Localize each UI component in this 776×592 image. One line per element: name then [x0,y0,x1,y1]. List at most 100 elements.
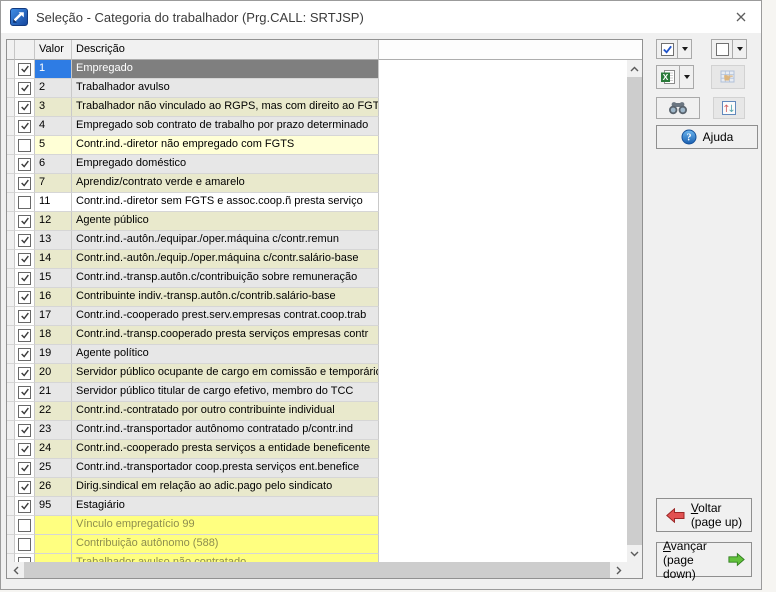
select-all-dropdown[interactable] [678,39,692,59]
table-rows: 1Empregado2Trabalhador avulso3Trabalhado… [7,60,627,562]
row-valor-cell: 7 [35,174,72,193]
row-checkbox-checked[interactable] [18,101,31,114]
row-checkbox-checked[interactable] [18,234,31,247]
table-row[interactable]: 23Contr.ind.-transportador autônomo cont… [7,421,627,440]
reorder-button[interactable]: ↑ ↓ [713,97,745,119]
table-row[interactable]: 22Contr.ind.-contratado por outro contri… [7,402,627,421]
row-valor-cell: 12 [35,212,72,231]
table-row[interactable]: Contribuição autônomo (588) [7,535,627,554]
row-indicator-cell [7,535,15,554]
row-checkbox-unchecked[interactable] [18,139,31,152]
table-row[interactable]: 17Contr.ind.-cooperado prest.serv.empres… [7,307,627,326]
table-row[interactable]: 7Aprendiz/contrato verde e amarelo [7,174,627,193]
row-checkbox-checked[interactable] [18,386,31,399]
row-indicator-cell [7,402,15,421]
close-icon[interactable] [731,8,751,26]
table-row[interactable]: 2Trabalhador avulso [7,79,627,98]
row-indicator-cell [7,516,15,535]
table-row[interactable]: 6Empregado doméstico [7,155,627,174]
row-checkbox-checked[interactable] [18,405,31,418]
row-indicator-cell [7,440,15,459]
table-row[interactable]: 25Contr.ind.-transportador coop.presta s… [7,459,627,478]
row-checkbox-checked[interactable] [18,348,31,361]
row-checkbox-unchecked[interactable] [18,538,31,551]
table-row[interactable]: 21Servidor público titular de cargo efet… [7,383,627,402]
row-checkbox-checked[interactable] [18,500,31,513]
export-excel-button[interactable]: X [656,65,680,89]
row-valor-cell: 5 [35,136,72,155]
vertical-scroll-thumb[interactable] [627,77,642,545]
table-row[interactable]: 18Contr.ind.-transp.cooperado presta ser… [7,326,627,345]
avancar-button[interactable]: Avançar (page down) [656,542,752,577]
row-indicator-cell [7,98,15,117]
table-row[interactable]: Vínculo empregatício 99 [7,516,627,535]
table-row[interactable]: 13Contr.ind.-autôn./equipar./oper.máquin… [7,231,627,250]
row-descricao-cell: Contr.ind.-cooperado prest.serv.empresas… [72,307,379,326]
voltar-button[interactable]: Voltar (page up) [656,498,752,532]
vertical-scrollbar[interactable] [627,60,642,562]
row-checkbox-checked[interactable] [18,272,31,285]
table-row[interactable]: 16Contribuinte indiv.-transp.autôn.c/con… [7,288,627,307]
dropdown-arrow-icon [684,75,690,79]
horizontal-scrollbar[interactable] [7,562,627,578]
pick-column-button[interactable]: ☛ [711,65,745,89]
select-all-button[interactable] [656,39,678,59]
table-row[interactable]: Trabalhador avulso não contratado [7,554,627,562]
row-indicator-cell [7,155,15,174]
row-descricao-cell: Agente público [72,212,379,231]
scroll-left-icon[interactable] [7,562,24,578]
export-dropdown[interactable] [680,65,694,89]
scroll-down-icon[interactable] [627,545,642,562]
table-row[interactable]: 24Contr.ind.-cooperado presta serviços a… [7,440,627,459]
clear-all-dropdown[interactable] [733,39,747,59]
table-row[interactable]: 14Contr.ind.-autôn./equip./oper.máquina … [7,250,627,269]
header-indicator-cell [7,40,15,60]
scroll-up-icon[interactable] [627,60,642,77]
row-checkbox-checked[interactable] [18,82,31,95]
row-checkbox-checked[interactable] [18,481,31,494]
row-valor-cell: 25 [35,459,72,478]
table-row[interactable]: 5Contr.ind.-diretor não empregado com FG… [7,136,627,155]
row-checkbox-checked[interactable] [18,253,31,266]
row-checkbox-checked[interactable] [18,291,31,304]
row-checkbox-checked[interactable] [18,443,31,456]
table-row[interactable]: 11Contr.ind.-diretor sem FGTS e assoc.co… [7,193,627,212]
table-row[interactable]: 12Agente público [7,212,627,231]
row-checkbox-unchecked[interactable] [18,519,31,532]
row-checkbox-checked[interactable] [18,63,31,76]
checked-box-icon [661,43,674,56]
row-checkbox-checked[interactable] [18,329,31,342]
table-row[interactable]: 4Empregado sob contrato de trabalho por … [7,117,627,136]
row-checkbox-unchecked[interactable] [18,196,31,209]
row-checkbox-cell [15,193,35,212]
row-checkbox-checked[interactable] [18,367,31,380]
row-checkbox-cell [15,307,35,326]
table-row[interactable]: 20Servidor público ocupante de cargo em … [7,364,627,383]
scroll-right-icon[interactable] [610,562,627,578]
row-indicator-cell [7,497,15,516]
table-row[interactable]: 15Contr.ind.-transp.autôn.c/contribuição… [7,269,627,288]
row-checkbox-checked[interactable] [18,215,31,228]
table-row[interactable]: 19Agente político [7,345,627,364]
row-indicator-cell [7,193,15,212]
row-checkbox-cell [15,288,35,307]
row-indicator-cell [7,364,15,383]
table-row[interactable]: 3Trabalhador não vinculado ao RGPS, mas … [7,98,627,117]
svg-text:↓: ↓ [727,104,735,115]
horizontal-scroll-thumb[interactable] [24,562,610,578]
row-checkbox-checked[interactable] [18,158,31,171]
excel-export-icon: X [660,69,676,85]
row-descricao-cell: Contr.ind.-cooperado presta serviços a e… [72,440,379,459]
row-checkbox-checked[interactable] [18,424,31,437]
row-checkbox-checked[interactable] [18,462,31,475]
table-row[interactable]: 26Dirig.sindical em relação ao adic.pago… [7,478,627,497]
row-checkbox-checked[interactable] [18,120,31,133]
help-button[interactable]: ? Ajuda [656,125,758,149]
table-row[interactable]: 1Empregado [7,60,627,79]
row-checkbox-checked[interactable] [18,177,31,190]
table-row[interactable]: 95Estagiário [7,497,627,516]
clear-all-button[interactable] [711,39,733,59]
search-button[interactable] [656,97,700,119]
row-checkbox-checked[interactable] [18,310,31,323]
row-valor-cell [35,535,72,554]
